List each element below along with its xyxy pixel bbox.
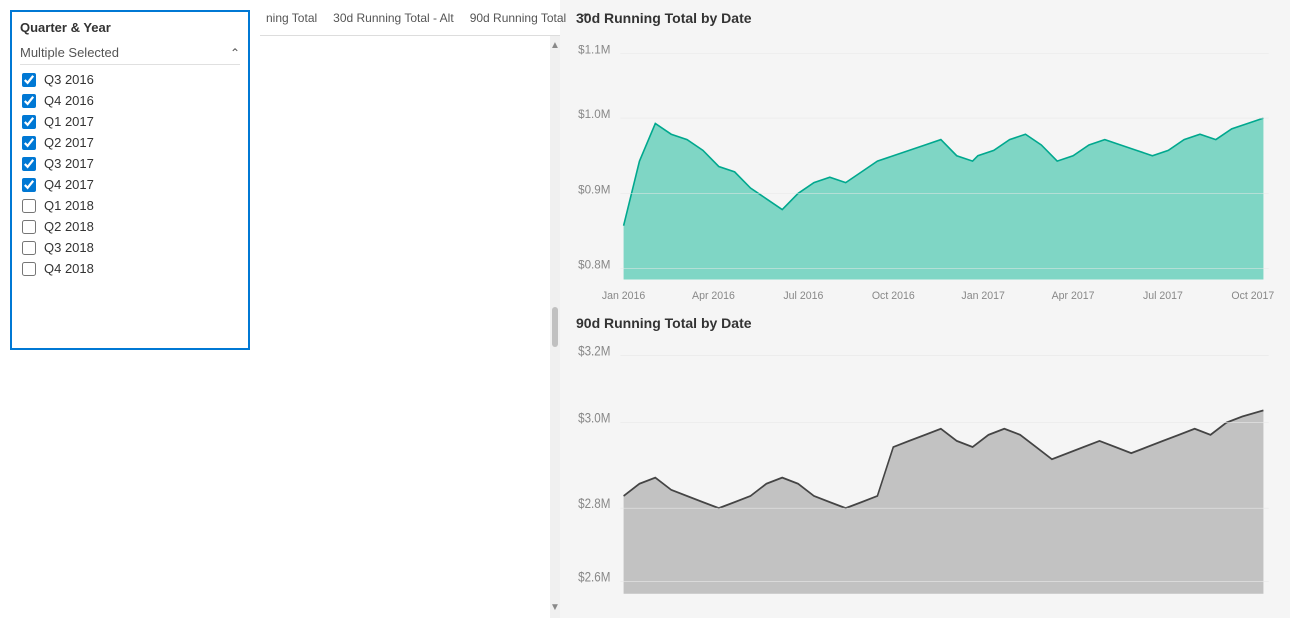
filter-item[interactable]: Q2 2017 bbox=[20, 132, 240, 153]
svg-text:Jul 2016: Jul 2016 bbox=[783, 290, 823, 301]
scroll-up-arrow[interactable]: ▲ bbox=[550, 38, 560, 54]
filter-item[interactable]: Q1 2017 bbox=[20, 111, 240, 132]
filter-item-label: Q1 2018 bbox=[44, 198, 94, 213]
chart1-section: 30d Running Total by Date $1.1M $1.0M $0… bbox=[576, 10, 1274, 303]
tabs-area: ning Total 30d Running Total - Alt 90d R… bbox=[260, 0, 560, 36]
svg-text:Apr 2016: Apr 2016 bbox=[692, 290, 735, 301]
filter-checkbox[interactable] bbox=[22, 94, 36, 108]
svg-text:Jan 2016: Jan 2016 bbox=[602, 290, 646, 301]
filter-checkbox[interactable] bbox=[22, 157, 36, 171]
filter-checkbox[interactable] bbox=[22, 136, 36, 150]
filter-item[interactable]: Q1 2018 bbox=[20, 195, 240, 216]
svg-text:Oct 2016: Oct 2016 bbox=[872, 290, 915, 301]
filter-checkbox[interactable] bbox=[22, 220, 36, 234]
chart2-section: 90d Running Total by Date $3.2M $3.0M $2… bbox=[576, 315, 1274, 608]
charts-panel: 30d Running Total by Date $1.1M $1.0M $0… bbox=[560, 0, 1290, 618]
filter-panel: Quarter & Year Multiple Selected ⌃ Q3 20… bbox=[0, 0, 260, 618]
vertical-scrollbar[interactable]: ▲ ▼ bbox=[550, 36, 560, 618]
filter-item[interactable]: Q4 2017 bbox=[20, 174, 240, 195]
filter-checkbox[interactable] bbox=[22, 115, 36, 129]
filter-item[interactable]: Q4 2018 bbox=[20, 258, 240, 279]
filter-item-label: Q3 2017 bbox=[44, 156, 94, 171]
svg-text:Apr 2017: Apr 2017 bbox=[1052, 290, 1095, 301]
tab-30d-running-total-alt[interactable]: 30d Running Total - Alt bbox=[331, 7, 456, 29]
filter-item-label: Q4 2017 bbox=[44, 177, 94, 192]
svg-text:Oct 2017: Oct 2017 bbox=[1231, 290, 1274, 301]
svg-text:$1.1M: $1.1M bbox=[578, 43, 610, 56]
filter-selected-label: Multiple Selected bbox=[20, 45, 119, 60]
chart2-svg: $3.2M $3.0M $2.8M $2.6M bbox=[576, 337, 1274, 606]
svg-text:$1.0M: $1.0M bbox=[578, 108, 610, 121]
svg-text:$0.9M: $0.9M bbox=[578, 183, 610, 196]
svg-text:$3.2M: $3.2M bbox=[578, 344, 610, 359]
tab-90d-running-total[interactable]: 90d Running Total bbox=[468, 7, 569, 29]
svg-text:Jan 2017: Jan 2017 bbox=[961, 290, 1005, 301]
chart1-title: 30d Running Total by Date bbox=[576, 10, 1274, 26]
filter-box: Quarter & Year Multiple Selected ⌃ Q3 20… bbox=[10, 10, 250, 350]
filter-item[interactable]: Q2 2018 bbox=[20, 216, 240, 237]
filter-list: Q3 2016 Q4 2016 Q1 2017 Q2 2017 Q3 2017 Q4 20… bbox=[20, 69, 240, 340]
chevron-up-icon: ⌃ bbox=[230, 46, 240, 60]
filter-checkbox[interactable] bbox=[22, 73, 36, 87]
filter-checkbox[interactable] bbox=[22, 262, 36, 276]
svg-text:Jul 2017: Jul 2017 bbox=[1143, 290, 1183, 301]
svg-text:$2.8M: $2.8M bbox=[578, 496, 610, 511]
filter-checkbox[interactable] bbox=[22, 241, 36, 255]
scroll-thumb[interactable] bbox=[552, 307, 558, 347]
chart2-area bbox=[624, 410, 1264, 593]
filter-header[interactable]: Multiple Selected ⌃ bbox=[20, 41, 240, 65]
filter-item[interactable]: Q3 2018 bbox=[20, 237, 240, 258]
svg-text:$0.8M: $0.8M bbox=[578, 259, 610, 272]
chart1-svg: $1.1M $1.0M $0.9M $0.8M Jan 2016 Apr 201… bbox=[576, 32, 1274, 301]
filter-item-label: Q4 2018 bbox=[44, 261, 94, 276]
chart2-title: 90d Running Total by Date bbox=[576, 315, 1274, 331]
filter-item-label: Q2 2017 bbox=[44, 135, 94, 150]
chart2-container: $3.2M $3.0M $2.8M $2.6M bbox=[576, 337, 1274, 606]
tab-running-total[interactable]: ning Total bbox=[264, 7, 319, 29]
filter-item-label: Q3 2018 bbox=[44, 240, 94, 255]
svg-text:$2.6M: $2.6M bbox=[578, 570, 610, 585]
filter-item-label: Q4 2016 bbox=[44, 93, 94, 108]
filter-item[interactable]: Q3 2017 bbox=[20, 153, 240, 174]
scroll-down-arrow[interactable]: ▼ bbox=[550, 600, 560, 616]
svg-text:$3.0M: $3.0M bbox=[578, 411, 610, 426]
filter-item[interactable]: Q3 2016 bbox=[20, 69, 240, 90]
filter-item[interactable]: Q4 2016 bbox=[20, 90, 240, 111]
chart1-container: $1.1M $1.0M $0.9M $0.8M Jan 2016 Apr 201… bbox=[576, 32, 1274, 301]
filter-item-label: Q3 2016 bbox=[44, 72, 94, 87]
filter-item-label: Q2 2018 bbox=[44, 219, 94, 234]
filter-title: Quarter & Year bbox=[20, 20, 240, 35]
filter-checkbox[interactable] bbox=[22, 199, 36, 213]
filter-item-label: Q1 2017 bbox=[44, 114, 94, 129]
filter-checkbox[interactable] bbox=[22, 178, 36, 192]
